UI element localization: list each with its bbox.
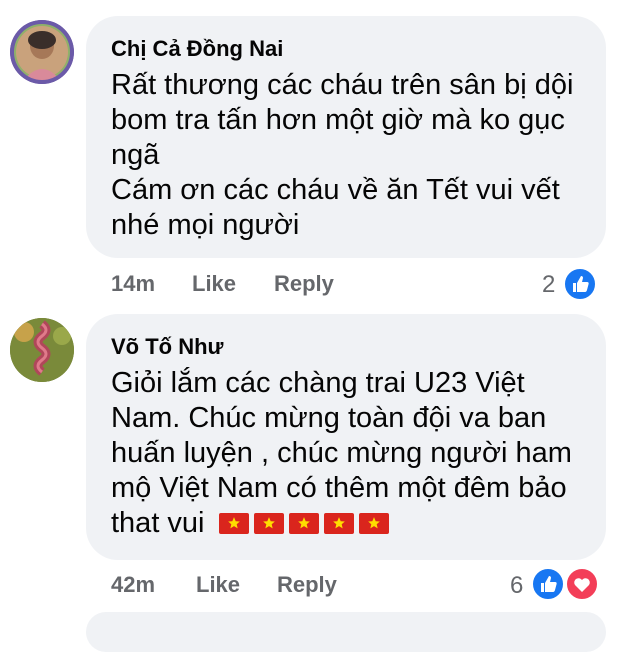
comment-timestamp[interactable]: 14m	[111, 271, 155, 297]
reply-button[interactable]: Reply	[277, 572, 337, 598]
avatar-photo	[10, 318, 74, 382]
comment-line: bom tra tấn hơn một giờ mà ko gục	[111, 104, 565, 136]
like-button[interactable]: Like	[192, 271, 236, 297]
avatar[interactable]	[10, 318, 74, 382]
vietnam-flag-icon	[323, 513, 354, 534]
vietnam-flag-icon	[253, 513, 284, 534]
like-button[interactable]: Like	[196, 572, 240, 598]
comment-bubble: Chị Cả Đồng Nai Rất thương các cháu trên…	[86, 16, 606, 258]
comment-bubble: Võ Tố Như Giỏi lắm các chàng trai U23 Vi…	[86, 314, 606, 560]
comment-line: Giỏi lắm các chàng trai U23 Việt	[111, 367, 525, 399]
reply-button[interactable]: Reply	[274, 271, 334, 297]
vietnam-flag-icon	[218, 513, 249, 534]
comment-last-line: that vui	[111, 506, 586, 541]
vietnam-flag-icon	[288, 513, 319, 534]
comment-line: mộ Việt Nam có thêm một đêm bảo	[111, 472, 567, 504]
avatar-photo	[10, 20, 74, 84]
comment-text: Giỏi lắm các chàng trai U23 Việt Nam. Ch…	[111, 366, 586, 541]
vietnam-flag-icon	[358, 513, 389, 534]
comment-text: Rất thương các cháu trên sân bị dội bom …	[111, 68, 586, 243]
like-icon[interactable]	[531, 567, 565, 601]
like-icon[interactable]	[563, 267, 597, 301]
comment-author[interactable]: Chị Cả Đồng Nai	[111, 36, 283, 62]
comment-line: nhé mọi người	[111, 209, 300, 241]
flag-emoji-group	[218, 507, 394, 539]
comment-line: Cám ơn các cháu về ăn Tết vui vết	[111, 174, 560, 206]
comment-line: ngã	[111, 139, 160, 171]
next-comment-bubble	[86, 612, 606, 652]
comment-line: Rất thương các cháu trên sân bị dội	[111, 69, 574, 101]
comment-timestamp[interactable]: 42m	[111, 572, 155, 598]
comment-line: huấn luyện , chúc mừng người ham	[111, 437, 572, 469]
reaction-count[interactable]: 6	[510, 572, 523, 600]
comment-author[interactable]: Võ Tố Như	[111, 334, 223, 360]
avatar[interactable]	[10, 20, 74, 84]
comment-line: Nam. Chúc mừng toàn đội va ban	[111, 402, 547, 434]
reaction-count[interactable]: 2	[542, 271, 555, 299]
comment-line: that vui	[111, 507, 205, 539]
love-icon[interactable]	[565, 567, 599, 601]
